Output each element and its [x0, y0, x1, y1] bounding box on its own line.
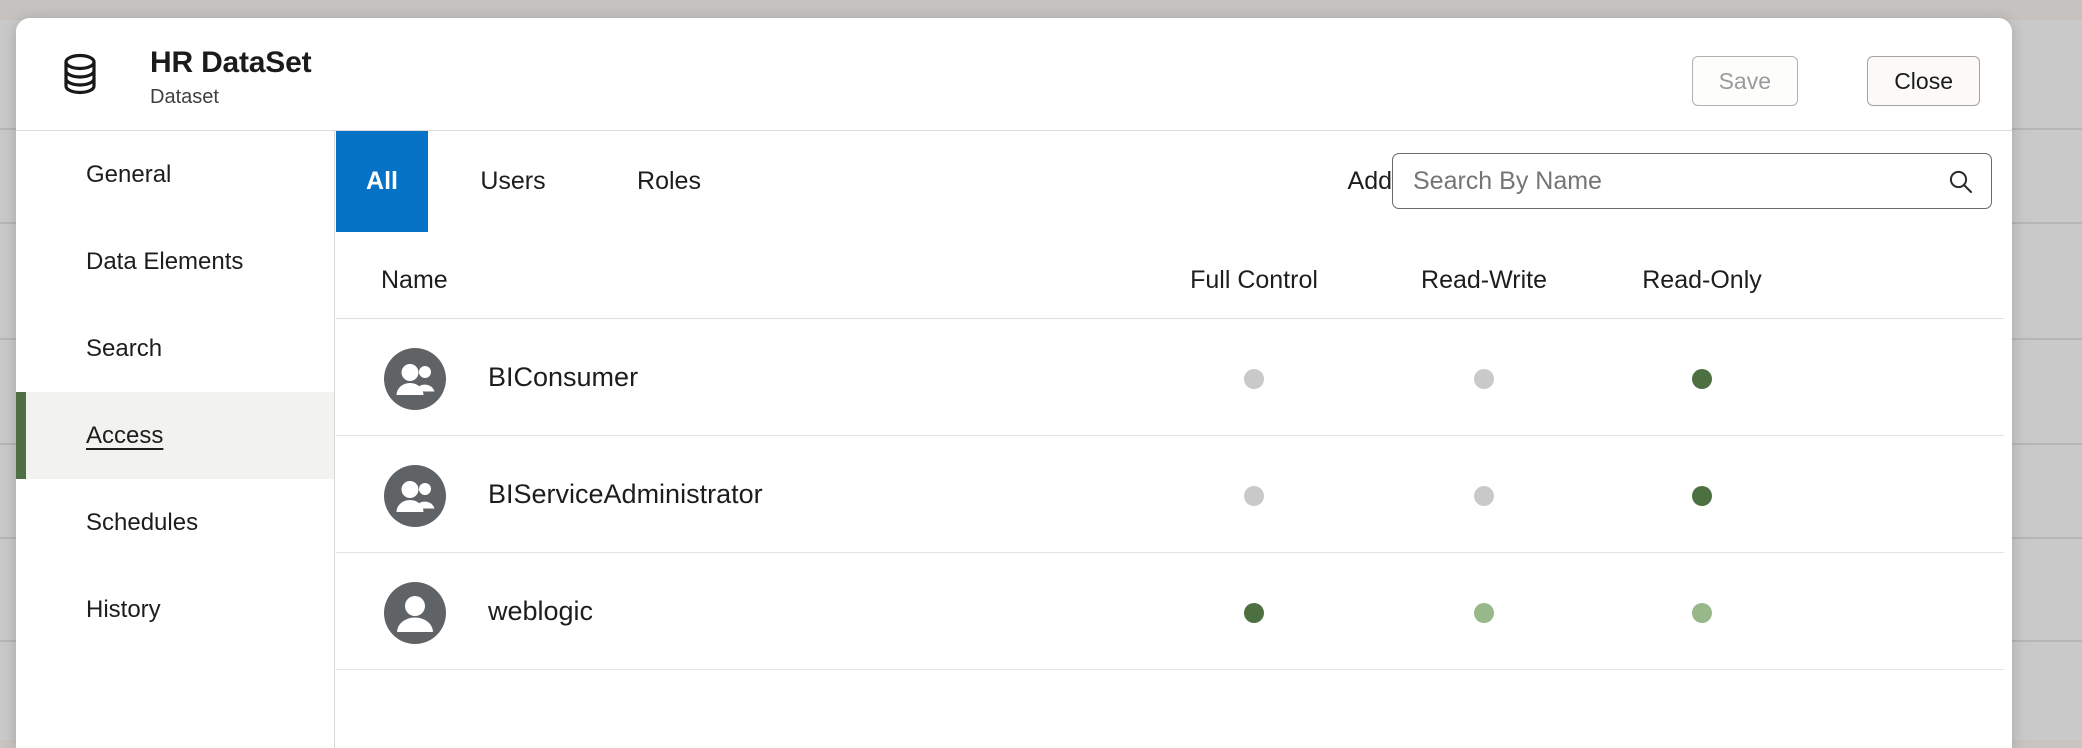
table-row[interactable]: BIConsumer: [336, 319, 2004, 436]
save-button[interactable]: Save: [1691, 56, 1798, 106]
sidebar-item-data-elements[interactable]: Data Elements: [16, 218, 334, 305]
column-header-name: Name: [381, 266, 448, 294]
sidebar-item-label: Access: [86, 421, 164, 449]
dialog-body: General Data Elements Search Access Sche…: [16, 131, 2012, 748]
close-button[interactable]: Close: [1867, 56, 1980, 106]
dialog-title-block: HR DataSet Dataset: [150, 45, 312, 111]
sidebar-item-label: Data Elements: [86, 247, 244, 275]
permission-dot-read-only[interactable]: [1692, 486, 1712, 506]
sidebar-item-label: Search: [86, 334, 163, 362]
permission-dot-full-control[interactable]: [1244, 603, 1264, 623]
permission-dot-read-write[interactable]: [1474, 486, 1494, 506]
database-icon: [58, 52, 102, 96]
sidebar-item-history[interactable]: History: [16, 566, 334, 653]
sidebar-item-label: History: [86, 595, 161, 623]
column-header-full-control: Full Control: [1190, 266, 1318, 294]
page-title: HR DataSet: [150, 46, 312, 79]
permission-dot-read-write[interactable]: [1474, 369, 1494, 389]
group-icon: [384, 465, 446, 527]
permission-dot-full-control[interactable]: [1244, 486, 1264, 506]
dataset-dialog: HR DataSet Dataset Save Close General Da…: [16, 18, 2012, 748]
row-name: BIConsumer: [488, 362, 639, 392]
tab-users[interactable]: Users: [454, 131, 572, 232]
sidebar-item-search[interactable]: Search: [16, 305, 334, 392]
sidebar-item-general[interactable]: General: [16, 131, 334, 218]
sidebar: General Data Elements Search Access Sche…: [16, 131, 335, 748]
table-row[interactable]: BIServiceAdministrator: [336, 436, 2004, 553]
group-icon: [384, 348, 446, 410]
sidebar-item-label: Schedules: [86, 508, 199, 536]
page-subtitle: Dataset: [150, 86, 219, 108]
main-panel: All Users Roles Add Name: [336, 131, 2012, 748]
row-name: weblogic: [488, 596, 594, 626]
column-header-read-write: Read-Write: [1421, 266, 1547, 294]
sidebar-item-access[interactable]: Access: [16, 392, 334, 479]
tab-all[interactable]: All: [336, 131, 428, 232]
search-icon[interactable]: [1948, 169, 1973, 194]
add-button[interactable]: Add: [1348, 167, 1392, 196]
backdrop-top-strip: [0, 0, 2082, 20]
table-header-row: Name Full Control Read-Write Read-Only: [336, 244, 2004, 319]
sidebar-item-schedules[interactable]: Schedules: [16, 479, 334, 566]
search-box[interactable]: [1392, 153, 1992, 209]
table-row[interactable]: weblogic: [336, 553, 2004, 670]
dialog-header: HR DataSet Dataset Save Close: [16, 18, 2012, 131]
permission-dot-read-only[interactable]: [1692, 369, 1712, 389]
row-name: BIServiceAdministrator: [488, 479, 763, 509]
tab-bar: All Users Roles Add: [336, 131, 2012, 244]
user-icon: [384, 582, 446, 644]
permission-dot-full-control[interactable]: [1244, 369, 1264, 389]
column-header-read-only: Read-Only: [1642, 266, 1762, 294]
permission-dot-read-only[interactable]: [1692, 603, 1712, 623]
search-input[interactable]: [1411, 154, 1931, 208]
permission-dot-read-write[interactable]: [1474, 603, 1494, 623]
sidebar-item-label: General: [86, 160, 172, 188]
tab-roles[interactable]: Roles: [614, 131, 724, 232]
access-table: Name Full Control Read-Write Read-Only B…: [336, 244, 2012, 670]
